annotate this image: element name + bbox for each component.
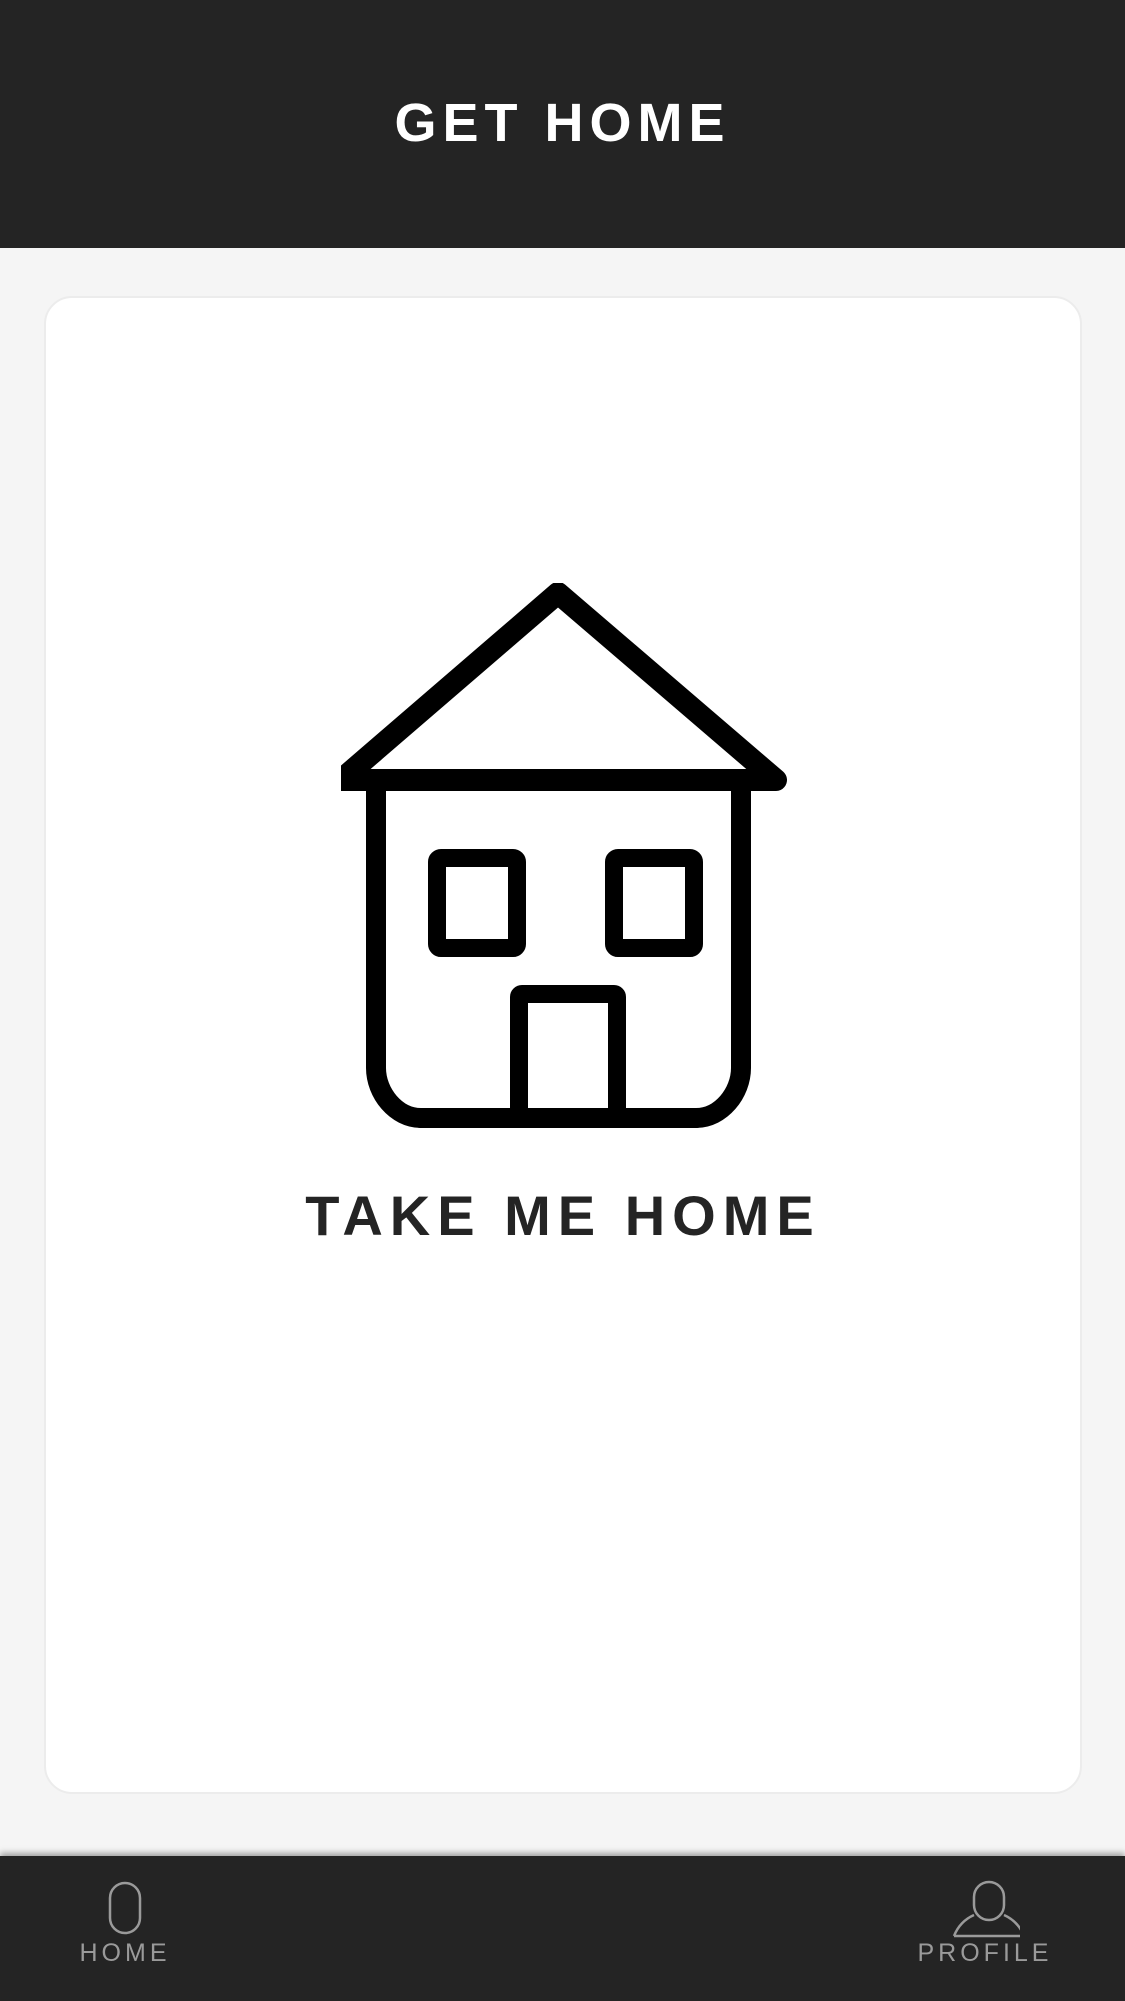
tab-profile[interactable]: PROFILE xyxy=(905,1856,1065,2001)
home-tab-icon xyxy=(108,1881,142,1935)
app-header: GET HOME xyxy=(0,0,1125,248)
take-me-home-label: TAKE ME HOME xyxy=(305,1184,821,1247)
take-me-home-button[interactable]: TAKE ME HOME xyxy=(46,298,1080,1792)
house-icon xyxy=(341,583,787,1128)
tab-home-label: HOME xyxy=(79,1939,171,1967)
tab-profile-label: PROFILE xyxy=(917,1939,1053,1967)
tab-home[interactable]: HOME xyxy=(40,1856,210,2001)
bottom-tab-bar: HOME PROFILE xyxy=(0,1856,1125,2001)
home-card: TAKE ME HOME xyxy=(44,296,1082,1794)
page-title: GET HOME xyxy=(394,93,731,153)
profile-icon xyxy=(952,1880,1020,1938)
